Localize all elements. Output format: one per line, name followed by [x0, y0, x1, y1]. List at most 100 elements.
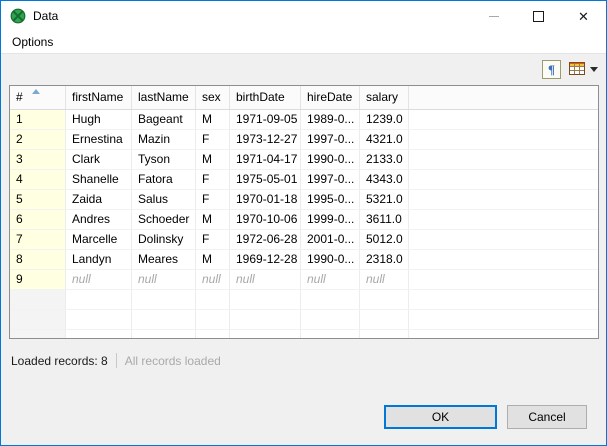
row-id-cell: 9 — [10, 270, 66, 289]
table-cell: F — [196, 170, 230, 189]
menu-bar: Options — [1, 31, 606, 54]
status-message: All records loaded — [125, 354, 221, 368]
table-cell-filler — [409, 250, 598, 269]
table-cell: 1975-05-01 — [230, 170, 301, 189]
title-bar: Data ✕ — [1, 1, 606, 31]
minimize-button[interactable] — [471, 1, 516, 31]
table-row[interactable]: 2 Ernestina Mazin F 1973-12-27 1997-0...… — [10, 130, 598, 150]
table-row[interactable]: 5 Zaida Salus F 1970-01-18 1995-0... 532… — [10, 190, 598, 210]
table-cell: 1989-0... — [301, 110, 360, 129]
table-cell-filler — [409, 130, 598, 149]
empty-row — [10, 330, 598, 339]
green-circle-x-icon[interactable] — [10, 8, 26, 24]
table-cell: Ernestina — [66, 130, 132, 149]
table-cell-filler — [409, 190, 598, 209]
table-cell: 1997-0... — [301, 170, 360, 189]
row-id-cell: 5 — [10, 190, 66, 209]
row-id-cell: 3 — [10, 150, 66, 169]
table-cell: 1995-0... — [301, 190, 360, 209]
table-cell: 4343.0 — [360, 170, 409, 189]
column-header-sex[interactable]: sex — [196, 86, 230, 109]
table-cell: Andres — [66, 210, 132, 229]
table-row[interactable]: 3 Clark Tyson M 1971-04-17 1990-0... 213… — [10, 150, 598, 170]
table-cell: null — [132, 270, 196, 289]
table-cell: 5321.0 — [360, 190, 409, 209]
table-grid-icon — [569, 62, 585, 78]
table-cell: Shanelle — [66, 170, 132, 189]
column-header-firstname[interactable]: firstName — [66, 86, 132, 109]
row-id-cell: 1 — [10, 110, 66, 129]
table-header-row: # firstName lastName sex birthDate hireD… — [10, 86, 598, 110]
table-cell: Marcelle — [66, 230, 132, 249]
table-row[interactable]: 7 Marcelle Dolinsky F 1972-06-28 2001-0.… — [10, 230, 598, 250]
table-cell: M — [196, 150, 230, 169]
table-cell-filler — [409, 210, 598, 229]
table-cell: 1970-01-18 — [230, 190, 301, 209]
table-cell: 1990-0... — [301, 250, 360, 269]
window-title: Data — [33, 9, 58, 23]
table-settings-button[interactable] — [569, 62, 598, 78]
column-header-filler — [409, 86, 598, 109]
row-id-cell: 4 — [10, 170, 66, 189]
table-row[interactable]: 8 Landyn Meares M 1969-12-28 1990-0... 2… — [10, 250, 598, 270]
status-divider — [116, 353, 117, 368]
table-cell: 3611.0 — [360, 210, 409, 229]
table-cell: 5012.0 — [360, 230, 409, 249]
row-id-cell: 8 — [10, 250, 66, 269]
column-header-lastname[interactable]: lastName — [132, 86, 196, 109]
cancel-button[interactable]: Cancel — [507, 405, 587, 429]
table-cell: null — [196, 270, 230, 289]
table-cell: 1971-04-17 — [230, 150, 301, 169]
table-cell: F — [196, 230, 230, 249]
status-bar: Loaded records: 8 All records loaded — [11, 353, 221, 368]
table-row[interactable]: 1 Hugh Bageant M 1971-09-05 1989-0... 12… — [10, 110, 598, 130]
toolbar: ¶ — [1, 54, 606, 85]
table-cell: 1969-12-28 — [230, 250, 301, 269]
maximize-button[interactable] — [516, 1, 561, 31]
table-cell: null — [230, 270, 301, 289]
table-cell: M — [196, 210, 230, 229]
maximize-icon — [533, 11, 544, 22]
table-cell-filler — [409, 150, 598, 169]
table-cell: F — [196, 190, 230, 209]
menu-options[interactable]: Options — [10, 35, 55, 49]
empty-row — [10, 310, 598, 330]
table-cell: Dolinsky — [132, 230, 196, 249]
data-table: # firstName lastName sex birthDate hireD… — [9, 85, 599, 339]
table-cell: 1970-10-06 — [230, 210, 301, 229]
table-cell: Meares — [132, 250, 196, 269]
table-row[interactable]: 6 Andres Schoeder M 1970-10-06 1999-0...… — [10, 210, 598, 230]
table-cell: null — [66, 270, 132, 289]
table-cell: 1972-06-28 — [230, 230, 301, 249]
table-cell: null — [301, 270, 360, 289]
table-cell: Hugh — [66, 110, 132, 129]
column-header-rownum[interactable]: # — [10, 86, 66, 109]
table-row[interactable]: 4 Shanelle Fatora F 1975-05-01 1997-0...… — [10, 170, 598, 190]
sort-ascending-icon — [32, 89, 40, 94]
table-cell: Bageant — [132, 110, 196, 129]
table-cell-filler — [409, 110, 598, 129]
table-cell: 1971-09-05 — [230, 110, 301, 129]
table-cell: 1999-0... — [301, 210, 360, 229]
column-header-salary[interactable]: salary — [360, 86, 409, 109]
table-cell: 1990-0... — [301, 150, 360, 169]
chevron-down-icon — [590, 67, 598, 72]
table-cell: Schoeder — [132, 210, 196, 229]
table-cell: 2133.0 — [360, 150, 409, 169]
row-format-button[interactable]: ¶ — [542, 60, 561, 79]
column-header-birthdate[interactable]: birthDate — [230, 86, 301, 109]
table-cell: Tyson — [132, 150, 196, 169]
close-button[interactable]: ✕ — [561, 1, 606, 31]
table-cell: 4321.0 — [360, 130, 409, 149]
close-icon: ✕ — [578, 10, 589, 23]
table-cell: Salus — [132, 190, 196, 209]
table-cell: F — [196, 130, 230, 149]
table-cell: M — [196, 250, 230, 269]
table-cell-filler — [409, 170, 598, 189]
table-cell: 2001-0... — [301, 230, 360, 249]
ok-button[interactable]: OK — [384, 405, 497, 429]
table-cell: 2318.0 — [360, 250, 409, 269]
table-row-null[interactable]: 9 null null null null null null — [10, 270, 598, 290]
column-header-hiredate[interactable]: hireDate — [301, 86, 360, 109]
pilcrow-icon: ¶ — [548, 62, 555, 77]
